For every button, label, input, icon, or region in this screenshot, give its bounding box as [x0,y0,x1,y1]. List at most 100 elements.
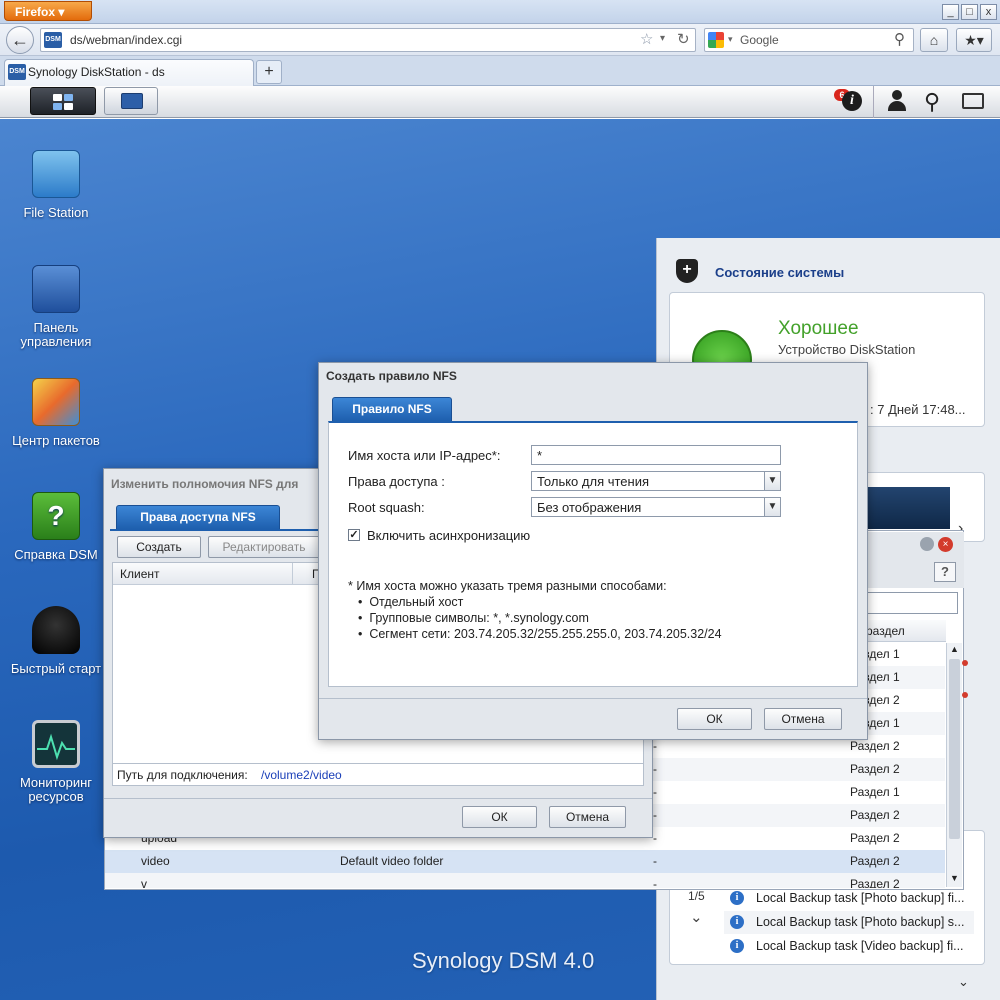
vertical-scrollbar[interactable]: ▲ ▼ [946,643,962,887]
help-icon[interactable]: ? [934,562,956,582]
log-page-indicator: 1/5 [688,889,705,903]
async-label: Включить асинхронизацию [367,528,531,543]
firefox-menu-button[interactable]: Firefox ▾ [4,1,92,21]
desktop-icon-package-center[interactable]: Центр пакетов [2,378,110,448]
log-item[interactable]: i Local Backup task [Video backup] fi... [724,935,974,958]
dash-cell: - [653,877,657,888]
user-icon-head [892,90,902,100]
column-client[interactable]: Клиент [120,567,160,581]
home-button[interactable]: ⌂ [920,28,948,52]
table-row-selected[interactable]: video Default video folder - Раздел 2 [105,850,945,873]
log-text: Local Backup task [Video backup] fi... [756,939,964,953]
search-icon[interactable]: ⚲ [924,89,940,115]
info-icon: i [730,915,744,929]
user-icon-body [888,101,906,111]
desktop-icon-label: Панель управления [20,320,92,349]
name-cell: v [141,877,147,888]
access-label: Права доступа : [348,474,445,489]
nfs-ok-button[interactable]: ОК [677,708,752,730]
perm-ok-button[interactable]: ОК [462,806,537,828]
scrollbar-thumb[interactable] [949,659,960,839]
notification-info-icon[interactable]: i [842,91,862,111]
new-tab-button[interactable]: + [256,60,282,84]
dash-cell: - [653,808,657,822]
main-menu-icon-tile [64,103,73,110]
perm-cancel-button[interactable]: Отмена [549,806,626,828]
desktop-icon-dsm-help[interactable]: ? Справка DSM [2,492,110,562]
nfs-permissions-title: Изменить полномочия NFS для [111,477,299,491]
filter-input[interactable] [860,592,958,614]
scroll-down-icon[interactable]: ▼ [950,873,959,883]
system-status-desc: Устройство DiskStation [778,342,916,357]
async-checkbox[interactable]: ✓ [348,529,360,541]
url-dropdown-icon[interactable]: ▾ [660,33,665,44]
dash-cell: - [653,854,657,868]
back-button[interactable]: ← [6,26,34,54]
column-header[interactable]: раздел [860,620,946,642]
url-text[interactable]: ds/webman/index.cgi [70,33,182,47]
host-label: Имя хоста или IP-адрес*: [348,448,501,463]
edit-button[interactable]: Редактировать [208,536,320,558]
desktop-icon-file-station[interactable]: File Station [2,150,110,220]
desktop-icon-control-panel[interactable]: Панель управления [2,265,110,349]
log-text: Local Backup task [Photo backup] fi... [756,891,965,905]
desktop-icon-label: File Station [23,205,89,220]
create-button[interactable]: Создать [117,536,201,558]
root-squash-select[interactable]: Без отображения ▼ [531,497,781,517]
user-icon[interactable] [888,90,906,112]
host-input[interactable]: * [531,445,781,465]
desktop-icon-resource-monitor[interactable]: Мониторинг ресурсов [2,720,110,804]
host-note-text: Групповые символы: *, *.synology.com [369,611,589,625]
chevron-down-icon[interactable]: ▼ [764,498,780,516]
scroll-up-icon[interactable]: ▲ [950,644,959,654]
bookmark-star-icon[interactable]: ☆ [640,30,653,48]
system-status-value: Хорошее [778,318,859,339]
volume-cell: Раздел 1 [850,785,900,799]
firefox-menu-label: Firefox [15,5,56,19]
table-row[interactable]: v - Раздел 2 [105,873,945,888]
search-icon[interactable]: ⚲ [894,30,905,48]
shield-plus-icon: + [676,259,698,283]
row-status-icon [962,692,968,698]
host-note-item: • Сегмент сети: 203.74.205.32/255.255.25… [358,627,722,641]
desktop-icon-label: Центр пакетов [12,433,100,448]
window-minimize-icon[interactable] [920,537,934,551]
minimize-button[interactable]: _ [942,4,959,20]
taskbar-control-panel-button[interactable] [104,87,158,115]
desktop-icon-quick-start[interactable]: Быстрый старт [2,606,110,676]
main-menu-button[interactable] [30,87,96,115]
chevron-down-icon[interactable]: ▼ [764,472,780,490]
system-status-title: Состояние системы [715,265,845,280]
reload-icon[interactable]: ↻ [677,30,690,48]
dash-cell: - [653,762,657,776]
tab-nfs-rule[interactable]: Правило NFS [332,397,452,421]
search-bar[interactable] [704,28,914,52]
bookmarks-button[interactable]: ★▾ [956,28,992,52]
mount-path-label: Путь для подключения: [117,768,248,782]
log-item[interactable]: i Local Backup task [Photo backup] fi... [724,887,974,910]
log-next-page-icon[interactable]: ⌄ [690,908,703,926]
desktop-icon-label: Справка DSM [14,547,98,562]
google-engine-icon[interactable] [708,32,724,48]
widgets-icon[interactable] [962,93,984,109]
access-select[interactable]: Только для чтения ▼ [531,471,781,491]
log-item[interactable]: i Local Backup task [Photo backup] s... [724,911,974,934]
host-note-item: • Отдельный хост [358,595,464,609]
main-menu-icon-tile [64,94,73,101]
panel-collapse-icon[interactable]: ⌄ [958,974,969,990]
main-menu-icon [53,94,62,101]
maximize-button[interactable]: □ [961,4,978,20]
volume-cell: Раздел 2 [850,831,900,845]
pulse-line-icon [37,733,75,761]
tab-nfs-permissions[interactable]: Права доступа NFS [116,505,280,529]
window-close-icon[interactable]: × [938,537,953,552]
search-placeholder: Google [740,33,779,47]
synology-brand: Synology DSM 4.0 [412,948,595,973]
resource-graph [868,487,950,529]
volume-cell: Раздел 2 [850,877,900,888]
nfs-cancel-button[interactable]: Отмена [764,708,842,730]
system-uptime: : 7 Дней 17:48... [870,402,966,417]
engine-dropdown-icon[interactable]: ▾ [728,34,733,45]
dialog-divider [104,798,652,799]
close-window-button[interactable]: x [980,4,997,20]
